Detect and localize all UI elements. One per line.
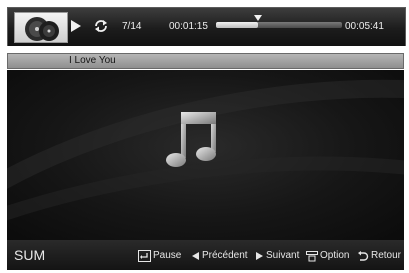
- enter-key-icon: [138, 250, 151, 262]
- return-hint-label: Retour: [371, 250, 402, 261]
- total-time: 00:05:41: [345, 21, 384, 32]
- album-art-thumbnail: [14, 12, 68, 43]
- bottom-help-bar: SUM Pause Précédent Suivant Option Retou…: [7, 240, 404, 270]
- music-note-icon: [166, 112, 216, 167]
- return-hint[interactable]: Retour: [357, 249, 401, 263]
- source-label: SUM: [14, 247, 46, 263]
- previous-hint[interactable]: Précédent: [191, 249, 248, 263]
- repeat-icon[interactable]: [92, 17, 110, 35]
- visualization-area: [7, 70, 404, 240]
- tools-icon: [306, 250, 318, 261]
- progress-fill: [216, 22, 258, 28]
- play-icon[interactable]: [70, 19, 82, 33]
- song-title: I Love You: [69, 55, 116, 66]
- option-hint[interactable]: Option: [306, 249, 349, 263]
- pause-hint-label: Pause: [153, 250, 182, 261]
- progress-bar[interactable]: [216, 15, 342, 28]
- pause-hint[interactable]: Pause: [138, 249, 181, 263]
- playback-control-bar: 7/14 00:01:15 00:05:41: [7, 7, 406, 46]
- return-icon: [358, 250, 369, 261]
- next-hint-label: Suivant: [266, 250, 300, 261]
- previous-hint-label: Précédent: [202, 250, 248, 261]
- progress-marker-icon[interactable]: [253, 15, 262, 21]
- now-playing-title-bar: I Love You: [7, 53, 404, 69]
- right-arrow-icon: [256, 252, 263, 260]
- left-arrow-icon: [192, 252, 199, 260]
- next-hint[interactable]: Suivant: [255, 249, 299, 263]
- music-player-screen: 7/14 00:01:15 00:05:41 I Love You SUM Pa…: [0, 0, 409, 273]
- track-counter: 7/14: [122, 21, 142, 32]
- option-hint-label: Option: [320, 250, 350, 261]
- elapsed-time: 00:01:15: [169, 21, 208, 32]
